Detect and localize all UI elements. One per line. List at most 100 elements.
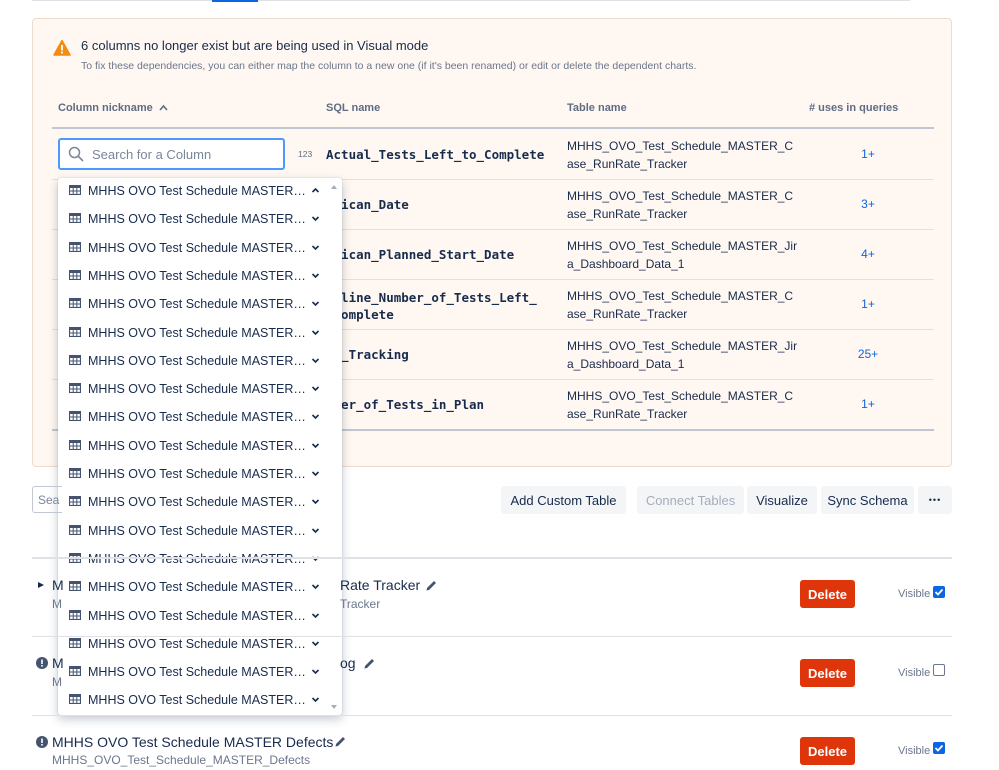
sql-name-cell: erican_Planned_Start_Date bbox=[326, 247, 515, 262]
list-divider bbox=[32, 715, 952, 716]
delete-button[interactable]: Delete bbox=[800, 737, 855, 765]
sql-name-cell: Actual_Tests_Left_to_Complete bbox=[326, 147, 545, 162]
table-grid-icon bbox=[69, 383, 81, 394]
connect-tables-button[interactable]: Connect Tables bbox=[637, 486, 744, 514]
add-custom-table-button[interactable]: Add Custom Table bbox=[501, 486, 626, 514]
chevron-down-icon[interactable] bbox=[311, 384, 320, 393]
dropdown-table-item-label: MHHS OVO Test Schedule MASTER Test... bbox=[88, 636, 306, 651]
chevron-down-icon[interactable] bbox=[311, 526, 320, 535]
table-grid-icon bbox=[69, 496, 81, 507]
chevron-down-icon[interactable] bbox=[311, 243, 320, 252]
dropdown-table-item[interactable]: MHHS OVO Test Schedule MASTER Jira ... bbox=[58, 320, 328, 348]
dropdown-table-item[interactable]: MHHS OVO Test Schedule MASTER Test... bbox=[58, 603, 328, 631]
table-name-cell: MHHS_OVO_Test_Schedule_MASTER_Case_RunRa… bbox=[567, 289, 794, 321]
dropdown-table-item[interactable]: MHHS OVO Test Schedule MASTER Tim... bbox=[58, 687, 328, 715]
chevron-down-icon[interactable] bbox=[311, 412, 320, 421]
dropdown-table-item[interactable]: MHHS OVO Test Schedule MASTER Rep... bbox=[58, 433, 328, 461]
table-name-cell: MHHS_OVO_Test_Schedule_MASTER_Case_RunRa… bbox=[567, 139, 794, 171]
dropdown-table-item[interactable]: MHHS OVO Test Schedule MASTER Inv... bbox=[58, 291, 328, 319]
chevron-down-icon[interactable] bbox=[311, 469, 320, 478]
dropdown-table-item[interactable]: MHHS OVO Test Schedule MASTER Test... bbox=[58, 546, 328, 574]
table-grid-icon bbox=[69, 298, 81, 309]
uses-link[interactable]: 3+ bbox=[836, 197, 900, 211]
dropdown-table-item[interactable]: MHHS OVO Test Schedule MASTER Test... bbox=[58, 574, 328, 602]
chevron-down-icon[interactable] bbox=[311, 328, 320, 337]
dropdown-table-item[interactable]: MHHS OVO Test Schedule MASTER She... bbox=[58, 518, 328, 546]
dropdown-table-item[interactable]: MHHS OVO Test Schedule MASTER MA... bbox=[58, 404, 328, 432]
dataset-search-input[interactable]: Sea bbox=[32, 486, 62, 513]
chevron-down-icon[interactable] bbox=[311, 582, 320, 591]
active-tab-indicator bbox=[212, 0, 258, 2]
uses-link[interactable]: 1+ bbox=[836, 297, 900, 311]
dropdown-table-item[interactable]: MHHS OVO Test Schedule MASTER Cha... bbox=[58, 206, 328, 234]
visible-label: Visible bbox=[898, 588, 931, 600]
sync-schema-button[interactable]: Sync Schema bbox=[821, 486, 914, 514]
table-grid-icon bbox=[69, 269, 81, 280]
table-grid-icon bbox=[69, 468, 81, 478]
chevron-down-icon[interactable] bbox=[311, 695, 320, 704]
dropdown-table-item-label: MHHS OVO Test Schedule MASTER Test... bbox=[88, 608, 306, 623]
chevron-down-icon[interactable] bbox=[311, 497, 320, 506]
sort-ascending-icon bbox=[159, 104, 168, 111]
uses-link[interactable]: 1+ bbox=[836, 397, 900, 411]
dropdown-table-item[interactable]: MHHS OVO Test Schedule MASTER Jira ... bbox=[58, 348, 328, 376]
table-name-cell: MHHS_OVO_Test_Schedule_MASTER_Jira_Dashb… bbox=[567, 239, 798, 271]
chevron-down-icon[interactable] bbox=[311, 611, 320, 620]
table-grid-icon bbox=[69, 581, 81, 592]
dropdown-table-item[interactable]: MHHS OVO Test Schedule MASTER Req... bbox=[58, 461, 328, 489]
dataset-subtitle-fragment: M bbox=[52, 675, 62, 689]
edit-pencil-icon[interactable] bbox=[334, 735, 347, 748]
chevron-up-icon[interactable] bbox=[311, 186, 320, 195]
dataset-title-fragment: og bbox=[340, 655, 356, 671]
warning-subtitle: To fix these dependencies, you can eithe… bbox=[81, 60, 697, 72]
chevron-down-icon[interactable] bbox=[311, 667, 320, 676]
chevron-down-icon[interactable] bbox=[311, 214, 320, 223]
table-grid-icon bbox=[69, 637, 81, 648]
edit-pencil-icon[interactable] bbox=[425, 579, 438, 592]
sql-name-header: SQL name bbox=[326, 102, 381, 114]
more-actions-button[interactable]: ••• bbox=[918, 486, 952, 514]
list-divider bbox=[32, 636, 952, 637]
dropdown-table-item[interactable]: MHHS OVO Test Schedule MASTER Cas... bbox=[58, 178, 328, 206]
dataset-subtitle-fragment: M bbox=[52, 597, 62, 611]
visible-checkbox[interactable] bbox=[933, 664, 945, 676]
table-dropdown-menu: MHHS OVO Test Schedule MASTER Cas... MHHS… bbox=[58, 178, 342, 715]
column-search-select[interactable] bbox=[58, 138, 285, 170]
visible-label: Visible bbox=[898, 745, 931, 757]
dropdown-table-item-label: MHHS OVO Test Schedule MASTER Jira ... bbox=[88, 382, 306, 397]
chevron-down-icon[interactable] bbox=[311, 356, 320, 365]
chevron-down-icon[interactable] bbox=[311, 639, 320, 648]
dropdown-table-item[interactable]: MHHS OVO Test Schedule MASTER Def... bbox=[58, 235, 328, 263]
expand-triangle-icon[interactable] bbox=[37, 581, 45, 589]
dropdown-table-item[interactable]: MHHS OVO Test Schedule MASTER Test... bbox=[58, 631, 328, 659]
dropdown-table-item-label: MHHS OVO Test Schedule MASTER Def... bbox=[88, 240, 306, 255]
dropdown-table-item[interactable]: MHHS OVO Test Schedule MASTER Jira ... bbox=[58, 376, 328, 404]
chevron-down-icon[interactable] bbox=[311, 299, 320, 308]
dataset-subtitle: MHHS_OVO_Test_Schedule_MASTER_Defects bbox=[52, 753, 311, 767]
delete-button[interactable]: Delete bbox=[800, 659, 855, 687]
dataset-title: MHHS OVO Test Schedule MASTER Defects bbox=[52, 734, 334, 750]
chevron-down-icon[interactable] bbox=[311, 441, 320, 450]
numeric-type-badge: 123 bbox=[298, 149, 313, 159]
visible-checkbox[interactable] bbox=[933, 586, 945, 598]
search-icon bbox=[68, 146, 84, 162]
column-search-input[interactable] bbox=[90, 146, 275, 163]
table-grid-icon bbox=[69, 241, 81, 252]
dropdown-table-item[interactable]: MHHS OVO Test Schedule MASTER Test... bbox=[58, 659, 328, 687]
uses-link[interactable]: 4+ bbox=[836, 247, 900, 261]
visualize-button[interactable]: Visualize bbox=[747, 486, 817, 514]
dropdown-table-item[interactable]: MHHS OVO Test Schedule MASTER Exe... bbox=[58, 263, 328, 291]
dropdown-table-item[interactable]: MHHS OVO Test Schedule MASTER Re... bbox=[58, 489, 328, 517]
edit-pencil-icon[interactable] bbox=[363, 657, 376, 670]
dropdown-table-item-label: MHHS OVO Test Schedule MASTER Cas... bbox=[88, 184, 306, 198]
column-nickname-header[interactable]: Column nickname bbox=[58, 102, 168, 114]
visible-label: Visible bbox=[898, 667, 931, 679]
tabs-underline bbox=[32, 0, 910, 1]
uses-link[interactable]: 25+ bbox=[836, 347, 900, 361]
chevron-down-icon[interactable] bbox=[311, 271, 320, 280]
visible-checkbox[interactable] bbox=[933, 742, 945, 754]
uses-link[interactable]: 1+ bbox=[836, 147, 900, 161]
dropdown-scrollbar[interactable] bbox=[328, 180, 340, 713]
delete-button[interactable]: Delete bbox=[800, 580, 855, 608]
table-name-header: Table name bbox=[567, 102, 627, 114]
